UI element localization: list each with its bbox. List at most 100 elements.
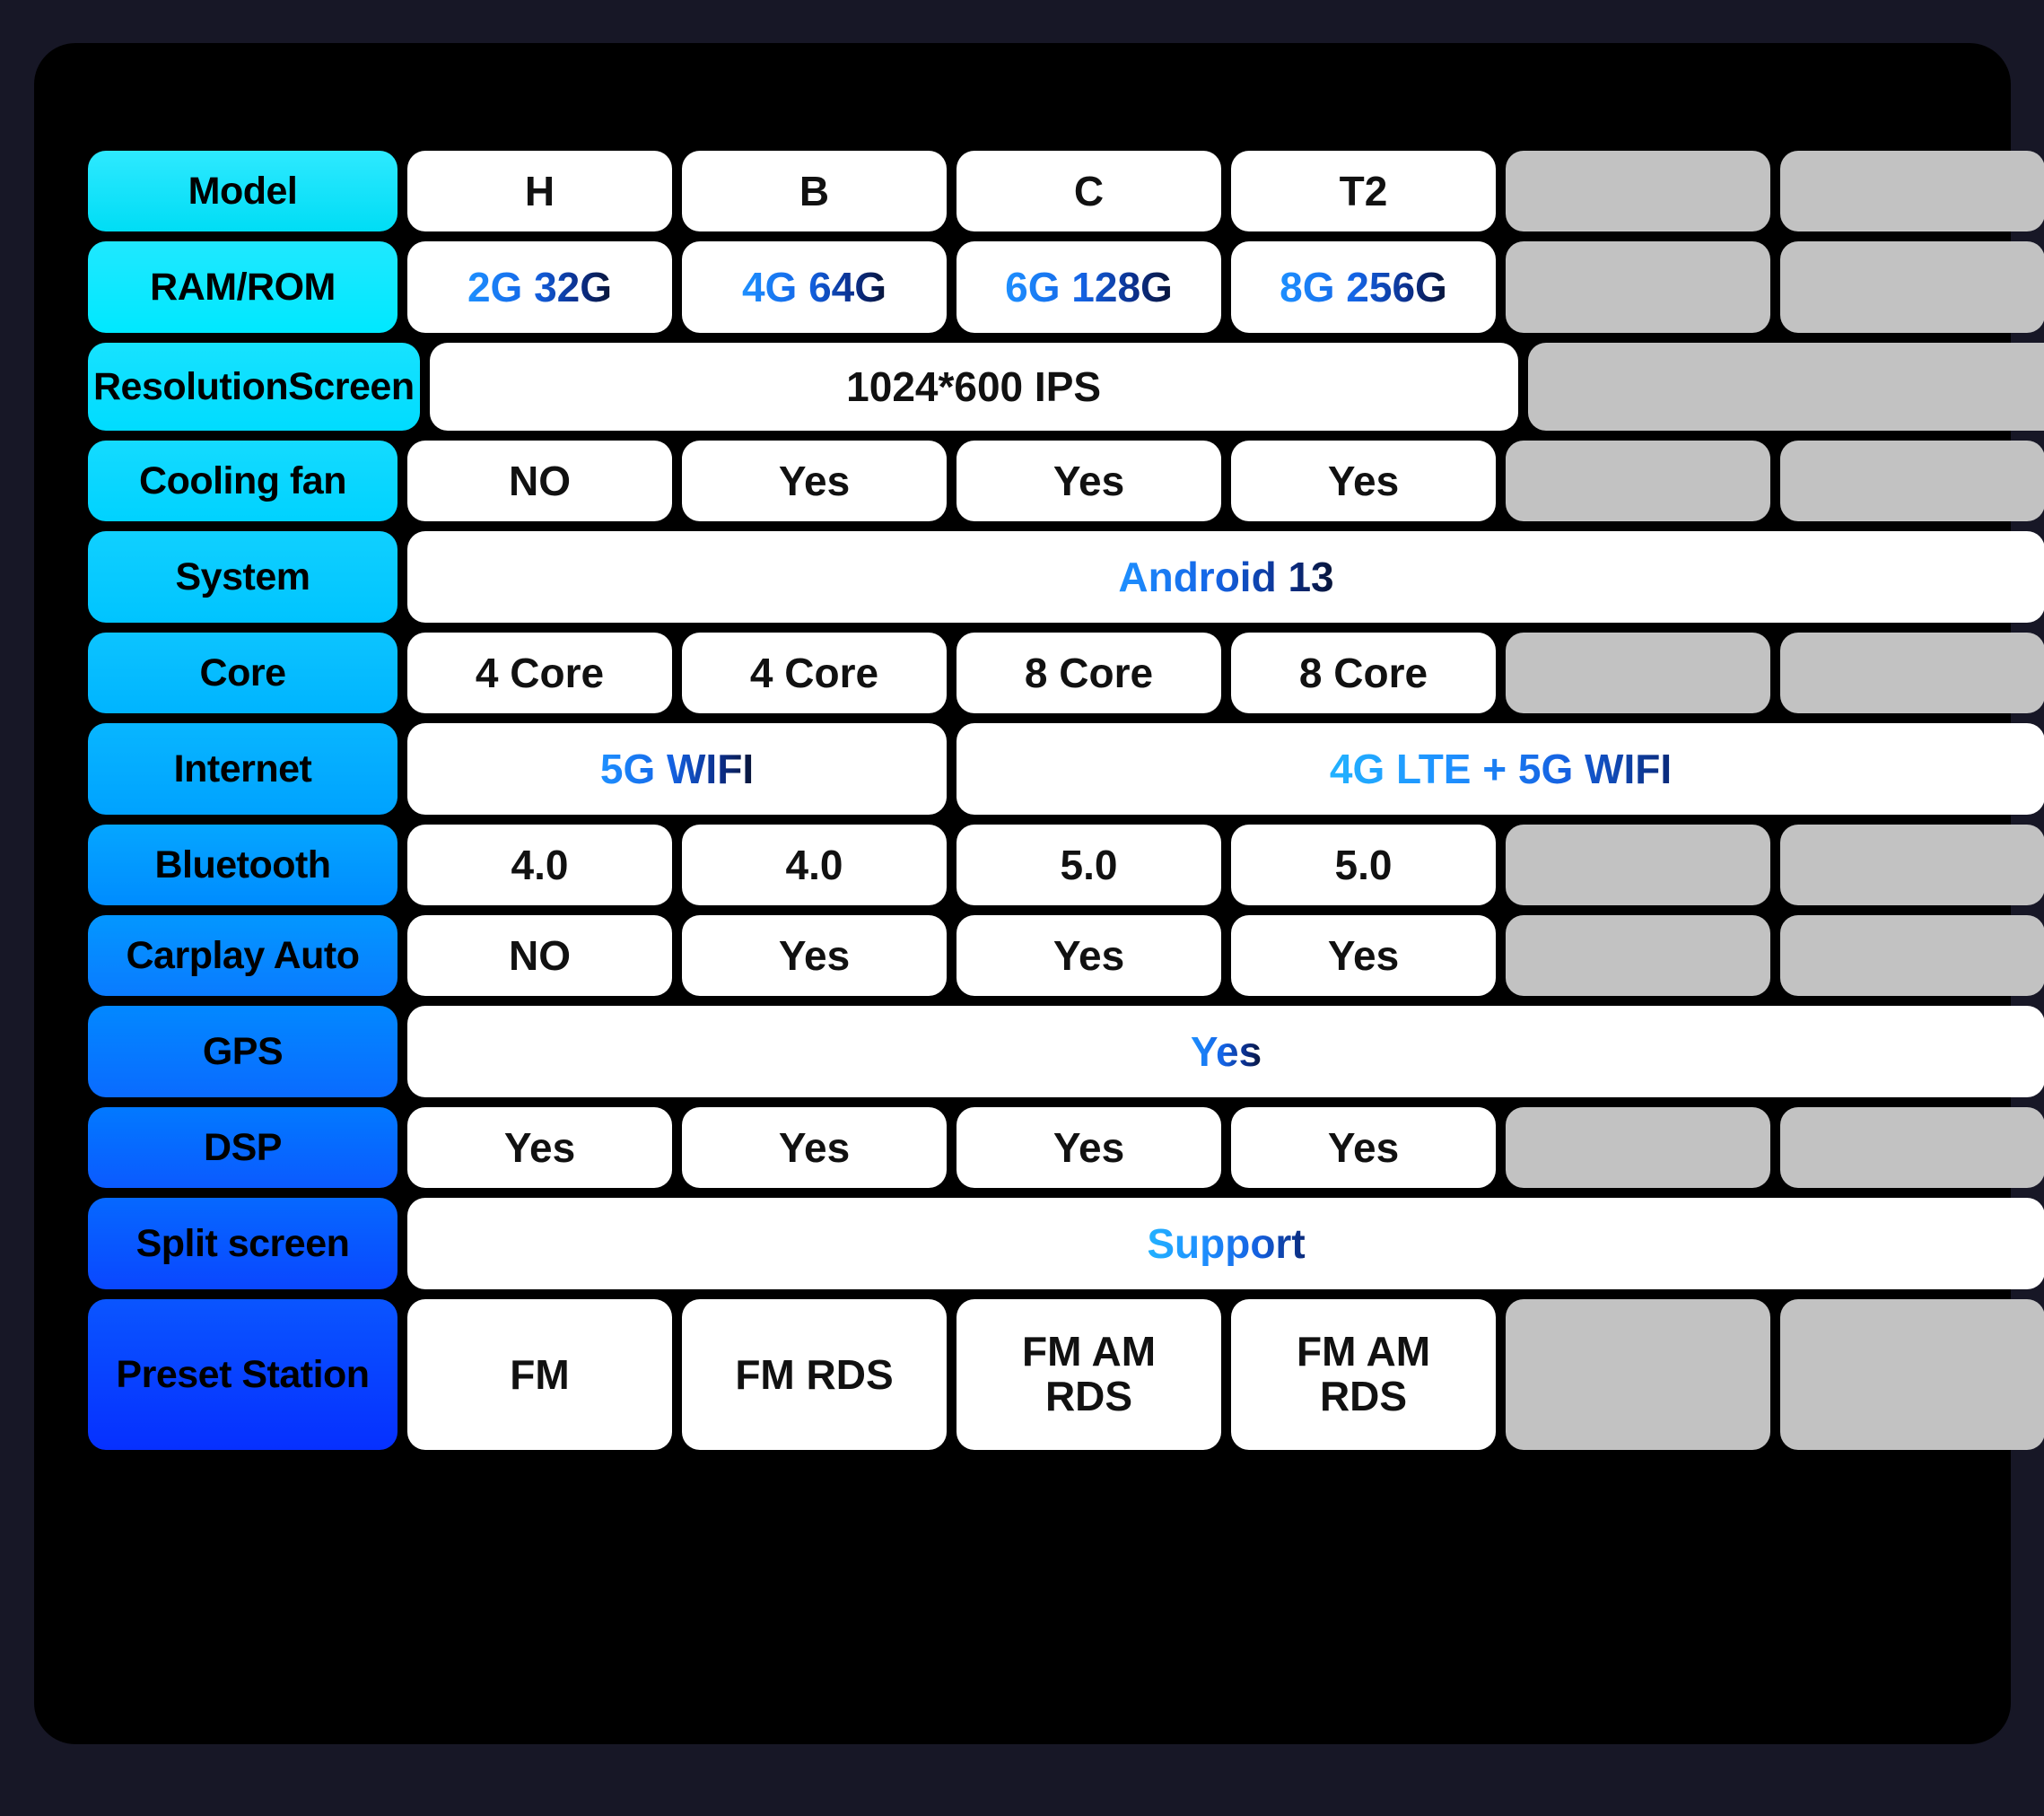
row-label-ram-rom: RAM/ROM [88,241,397,333]
cell-text: Yes [1053,457,1125,504]
cell-text: C [1073,167,1105,214]
empty-cell [1780,151,2044,231]
value-cell: 8 Core [1231,633,1496,713]
value-cell: NO [407,441,672,521]
value-cell: 4G LTE + 5G WIFI [956,723,2044,815]
empty-cell [1506,825,1770,905]
empty-cell [1506,1107,1770,1188]
value-cell: Yes [682,1107,947,1188]
empty-cell [1780,1299,2044,1450]
value-cell: Yes [407,1107,672,1188]
cell-text: Yes [778,457,851,504]
table-row: Model H B C T2 [88,151,2044,231]
value-cell: 4.0 [682,825,947,905]
cell-text: B [799,167,830,214]
spec-comparison-table: Model H B C T2 RAM/ROM 2G 32G 4G 64G 6G 128G 8G 2… [88,151,2044,1450]
cell-text: NO [509,457,571,504]
cell-text: Support [1147,1219,1306,1267]
value-cell: 5.0 [1231,825,1496,905]
cell-text: 1024*600 IPS [846,362,1102,410]
value-cell: Yes [956,1107,1221,1188]
cell-text: Yes [1327,1123,1400,1171]
value-cell: 1024*600 IPS [429,343,1518,431]
empty-cell [1780,825,2044,905]
cell-text: FM [510,1350,570,1398]
row-label-cooling-fan: Cooling fan [88,441,397,521]
table-row: System Android 13 [88,531,2044,623]
cell-text: 6G 128G [1005,263,1173,310]
value-cell: NO [407,915,672,996]
cell-text: 8G 256G [1280,263,1447,310]
value-cell: Yes [407,1006,2044,1097]
row-label-dsp: DSP [88,1107,397,1188]
row-label-line: Resolution [93,364,289,408]
empty-cell [1506,441,1770,521]
spec-table-panel: Model H B C T2 RAM/ROM 2G 32G 4G 64G 6G 128G 8G 2… [34,43,2044,1744]
empty-cell [1780,633,2044,713]
value-cell: 5.0 [956,825,1221,905]
value-cell: 4 Core [407,633,672,713]
cell-text: Android 13 [1118,553,1334,600]
value-cell: 2G 32G [407,241,672,333]
value-cell: Yes [682,441,947,521]
empty-cell [1506,151,1770,231]
cell-text: 4.0 [785,841,843,888]
screenshot-root: Model H B C T2 RAM/ROM 2G 32G 4G 64G 6G 128G 8G 2… [0,0,2044,1816]
cell-text: 5G WIFI [599,745,755,792]
table-row: Resolution Screen 1024*600 IPS [88,343,2044,431]
row-label-preset-station: Preset Station [88,1299,397,1450]
row-label-gps: GPS [88,1006,397,1097]
cell-text: Yes [1053,1123,1125,1171]
value-cell: FM RDS [682,1299,947,1450]
value-cell: H [407,151,672,231]
value-cell: FM AM RDS [1231,1299,1496,1450]
value-cell: 5G WIFI [407,723,947,815]
row-label-internet: Internet [88,723,397,815]
cell-text: FM AM RDS [1296,1328,1431,1419]
empty-cell [1506,633,1770,713]
value-cell: Support [407,1198,2044,1289]
value-cell: B [682,151,947,231]
cell-text: 5.0 [1334,841,1393,888]
row-label-model: Model [88,151,397,231]
cell-text: 4 Core [749,649,879,696]
table-row: Bluetooth 4.0 4.0 5.0 5.0 [88,825,2044,905]
cell-text: 2G 32G [467,263,613,310]
cell-text: 8 Core [1024,649,1154,696]
table-row: Split screen Support [88,1198,2044,1289]
row-label-bluetooth: Bluetooth [88,825,397,905]
cell-text: 4G LTE + 5G WIFI [1329,745,1673,792]
value-cell: Yes [1231,915,1496,996]
value-cell: 8G 256G [1231,241,1496,333]
cell-text: Yes [1327,457,1400,504]
empty-cell [1780,241,2044,333]
value-cell: Yes [956,441,1221,521]
cell-text: Yes [503,1123,576,1171]
value-cell: 4G 64G [682,241,947,333]
value-cell: 4.0 [407,825,672,905]
cell-text: NO [509,931,571,979]
empty-cell [1506,241,1770,333]
cell-text: T2 [1339,167,1388,214]
cell-text: FM RDS [735,1350,894,1398]
value-cell: Yes [1231,1107,1496,1188]
table-row: Internet 5G WIFI 4G LTE + 5G WIFI [88,723,2044,815]
table-row: Core 4 Core 4 Core 8 Core 8 Core [88,633,2044,713]
table-row: DSP Yes Yes Yes Yes [88,1107,2044,1188]
cell-text: 4.0 [511,841,569,888]
cell-text: H [524,167,555,214]
table-row: GPS Yes [88,1006,2044,1097]
value-cell: FM AM RDS [956,1299,1221,1450]
value-cell: Yes [682,915,947,996]
value-cell: T2 [1231,151,1496,231]
row-label-core: Core [88,633,397,713]
cell-text: 4 Core [475,649,605,696]
cell-text: Yes [1053,931,1125,979]
cell-text: 5.0 [1060,841,1118,888]
table-row: RAM/ROM 2G 32G 4G 64G 6G 128G 8G 256G [88,241,2044,333]
empty-cell [1506,915,1770,996]
table-row: Preset Station FM FM RDS FM AM RDS FM AM RDS [88,1299,2044,1450]
table-row: Carplay Auto NO Yes Yes Yes [88,915,2044,996]
value-cell: FM [407,1299,672,1450]
empty-cell [1527,343,2044,431]
